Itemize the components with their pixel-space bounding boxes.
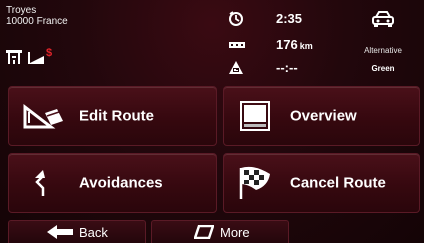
- edit-route-label: Edit Route: [79, 107, 154, 125]
- toll-road-icon: $: [28, 47, 52, 64]
- detour-arrow-icon: [35, 170, 45, 196]
- destination-zip-country: 10000 France: [6, 16, 68, 27]
- clock-icon: [229, 11, 243, 26]
- car-icon: [372, 11, 394, 27]
- bottom-bar: Back More: [0, 220, 424, 243]
- overview-label: Overview: [290, 107, 357, 125]
- ruler-triangle-icon: [23, 103, 63, 129]
- back-arrow-icon: [47, 225, 73, 239]
- route-type: Alternative Green: [352, 10, 414, 74]
- destination-city: Troyes: [6, 5, 37, 16]
- remaining-distance: 176 km: [276, 37, 313, 52]
- checkered-flag-icon: [239, 166, 270, 199]
- eta-flag-icon: [229, 61, 243, 74]
- cancel-route-button[interactable]: Cancel Route: [223, 153, 420, 213]
- remaining-time: 2:35: [276, 11, 303, 26]
- route-mode-label: Green: [371, 64, 395, 73]
- route-menu-screen: Troyes 10000 France $ 2:35 176 km --:-- …: [0, 0, 424, 243]
- road-type-icons: $: [6, 47, 52, 64]
- more-label: More: [220, 225, 250, 240]
- eta-value: --:--: [276, 60, 298, 75]
- more-icon: [194, 225, 214, 239]
- remaining-distance-row: 176 km: [228, 37, 358, 53]
- highway-icon: [6, 50, 22, 64]
- avoidances-button[interactable]: Avoidances: [8, 153, 217, 213]
- cancel-route-label: Cancel Route: [290, 174, 386, 192]
- remaining-time-row: 2:35: [228, 11, 358, 27]
- route-info-header: Troyes 10000 France $ 2:35 176 km --:-- …: [0, 0, 424, 84]
- distance-icon: [229, 42, 245, 48]
- back-label: Back: [79, 225, 108, 240]
- back-button[interactable]: Back: [8, 220, 146, 243]
- edit-route-button[interactable]: Edit Route: [8, 86, 217, 146]
- more-button[interactable]: More: [151, 220, 289, 243]
- eta-row: --:--: [228, 60, 358, 76]
- overview-button[interactable]: Overview: [223, 86, 420, 146]
- avoidances-label: Avoidances: [79, 174, 163, 192]
- svg-text:$: $: [46, 47, 52, 59]
- overview-icon: [240, 101, 270, 131]
- route-type-label: Alternative: [364, 46, 402, 55]
